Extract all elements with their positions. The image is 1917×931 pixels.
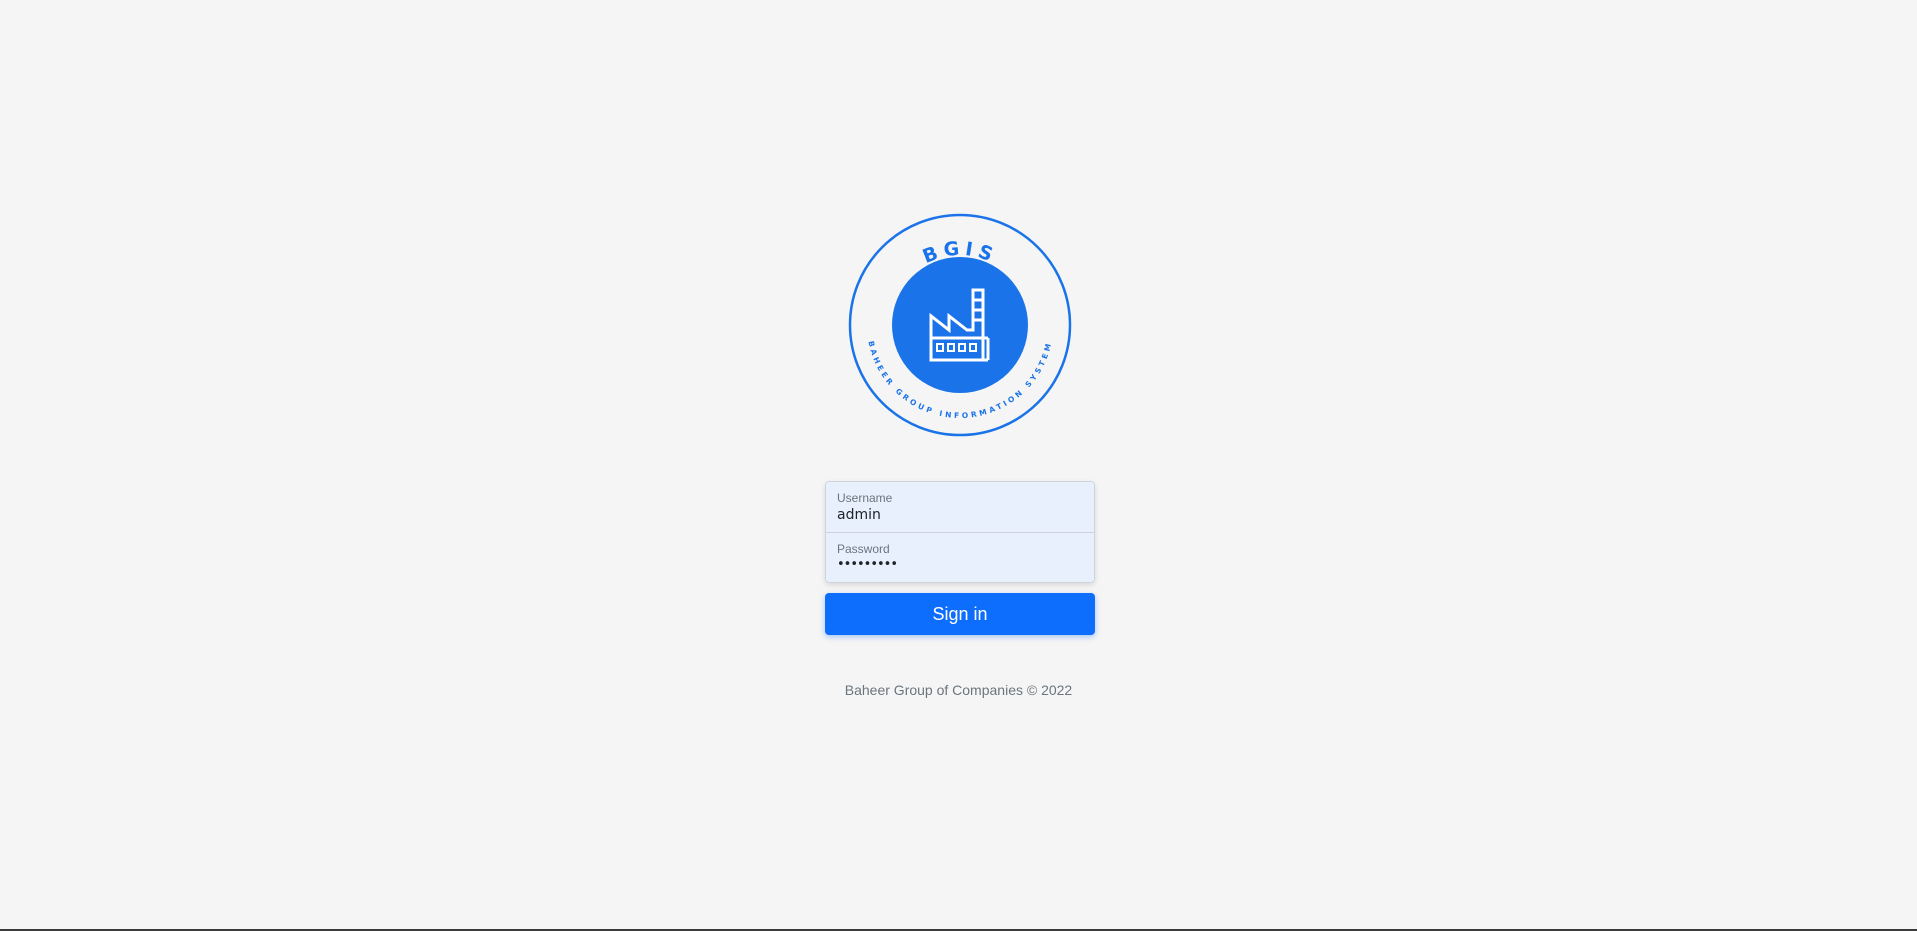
logo-seal: BGIS BAHEER GROUP INFORMATION SYSTEM [848,213,1072,437]
login-form: Username admin Password ••••••••• Sign i… [825,481,1095,635]
password-input[interactable]: ••••••••• [837,557,898,572]
sign-in-button[interactable]: Sign in [825,593,1095,635]
username-label: Username [837,491,893,505]
password-label: Password [837,542,890,556]
bgis-logo: BGIS BAHEER GROUP INFORMATION SYSTEM [848,213,1072,437]
username-field[interactable]: Username admin [826,482,1094,532]
login-page: BGIS BAHEER GROUP INFORMATION SYSTEM Use… [0,0,1917,931]
password-field[interactable]: Password ••••••••• [826,532,1094,582]
credentials-group: Username admin Password ••••••••• [825,481,1095,583]
copyright-footer: Baheer Group of Companies © 2022 [844,682,1073,698]
username-input[interactable]: admin [837,507,881,523]
